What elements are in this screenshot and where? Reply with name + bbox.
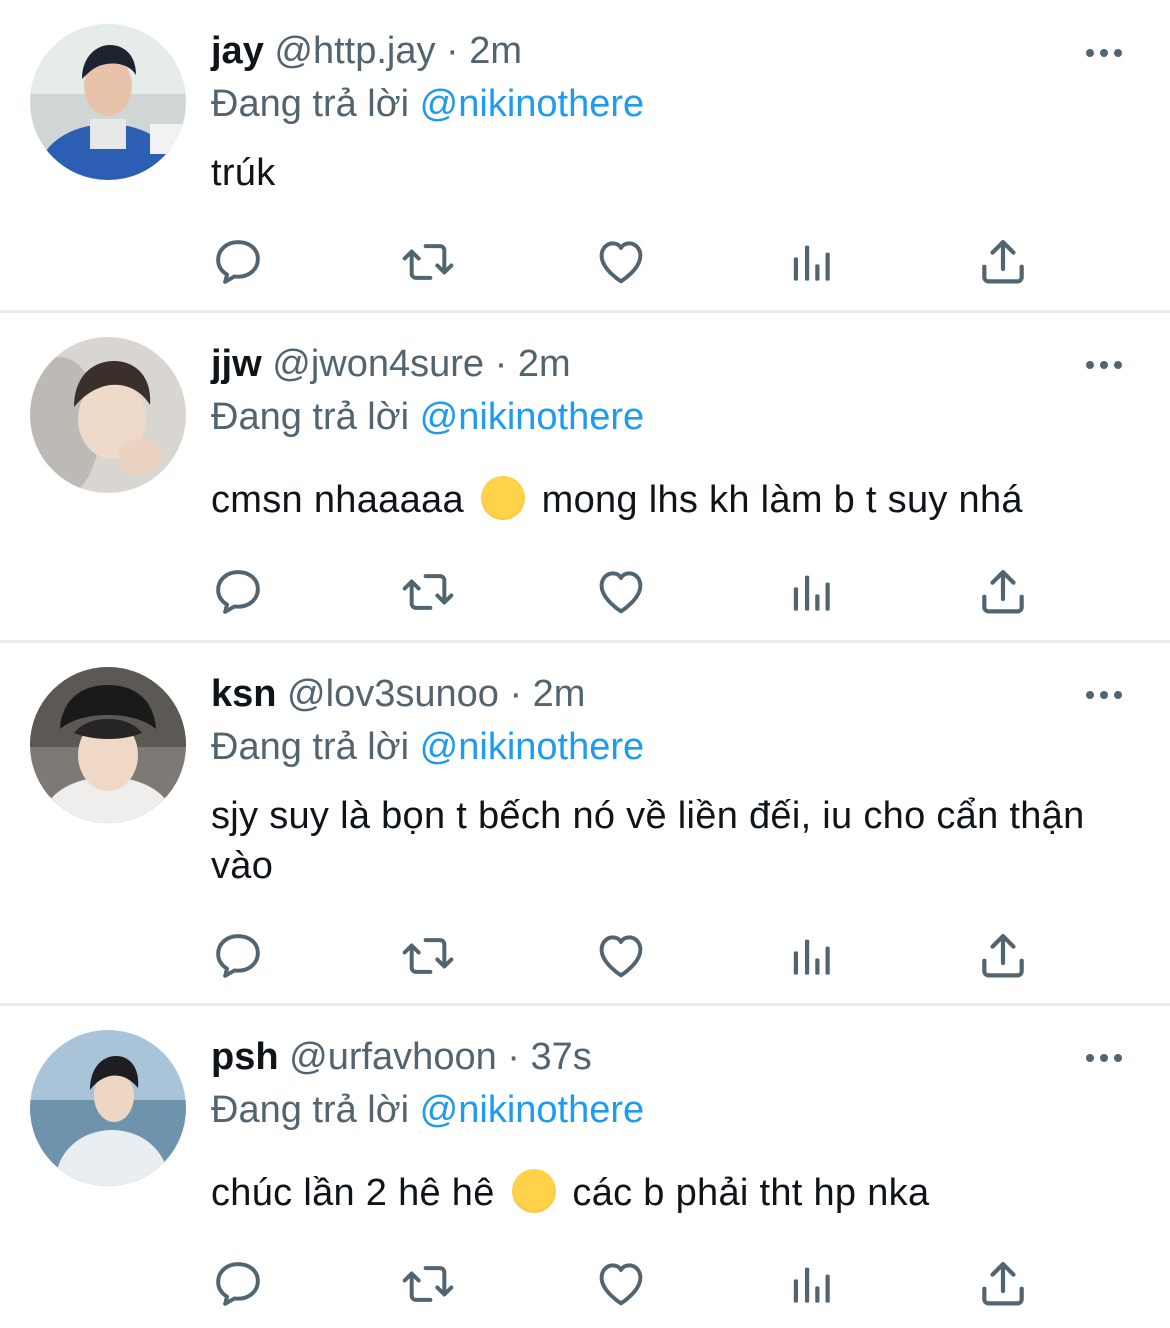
author-name[interactable]: ksn (211, 673, 276, 715)
timestamp[interactable]: 2m (518, 343, 571, 385)
like-icon[interactable] (593, 234, 649, 290)
share-icon[interactable] (975, 928, 1031, 984)
tweet-text-part: chúc lần 2 hê hê (211, 1172, 495, 1214)
reply-mention[interactable]: @nikinothere (420, 396, 644, 438)
tweet-text: cmsn nhaaaaa mong lhs kh làm b t suy nhá (211, 475, 1130, 525)
retweet-icon[interactable] (400, 928, 456, 984)
author-handle[interactable]: @http.jay (274, 30, 435, 72)
star-struck-emoji (511, 1169, 556, 1213)
separator: · (446, 30, 459, 72)
reply-prefix: Đang trả lời (211, 726, 410, 768)
reply-prefix: Đang trả lời (211, 396, 410, 438)
timestamp[interactable]: 2m (469, 30, 522, 72)
like-icon[interactable] (593, 1256, 649, 1312)
tweet-1[interactable]: jay @http.jay · 2m Đang trả lời @nikinot… (0, 0, 1170, 310)
reply-context: Đang trả lời @nikinothere (211, 79, 644, 129)
separator: · (507, 1036, 520, 1078)
timestamp[interactable]: 37s (531, 1036, 592, 1078)
share-icon[interactable] (975, 234, 1031, 290)
author-handle[interactable]: @lov3sunoo (287, 673, 499, 715)
separator: · (494, 343, 508, 385)
author-handle[interactable]: @urfavhoon (289, 1036, 497, 1078)
share-icon[interactable] (975, 1256, 1031, 1312)
more-icon[interactable] (1086, 1051, 1126, 1063)
more-icon[interactable] (1086, 688, 1126, 700)
views-icon[interactable] (784, 1256, 840, 1312)
more-icon[interactable] (1086, 358, 1126, 370)
reply-context: Đang trả lời @nikinothere (211, 722, 644, 772)
tweet-text-part: cmsn nhaaaaa (211, 479, 464, 521)
tweet-2[interactable]: jjw @jwon4sure · 2m Đang trả lời @nikino… (0, 313, 1170, 640)
views-icon[interactable] (784, 928, 840, 984)
tweet-text: sjy suy là bọn t bếch nó về liền đếi, iu… (211, 795, 1085, 887)
timestamp[interactable]: 2m (533, 673, 586, 715)
retweet-icon[interactable] (400, 234, 456, 290)
reply-mention[interactable]: @nikinothere (420, 726, 644, 768)
author-name[interactable]: jjw (211, 343, 262, 385)
reply-icon[interactable] (210, 1256, 266, 1312)
partying-face-emoji (480, 476, 525, 520)
reply-mention[interactable]: @nikinothere (420, 1089, 644, 1131)
avatar[interactable] (30, 1030, 186, 1186)
more-icon[interactable] (1086, 46, 1126, 58)
author-name[interactable]: jay (211, 30, 264, 72)
reply-icon[interactable] (210, 234, 266, 290)
avatar[interactable] (30, 667, 186, 823)
like-icon[interactable] (593, 928, 649, 984)
retweet-icon[interactable] (400, 1256, 456, 1312)
reply-icon[interactable] (210, 928, 266, 984)
retweet-icon[interactable] (400, 564, 456, 620)
author-name[interactable]: psh (211, 1036, 279, 1078)
like-icon[interactable] (593, 564, 649, 620)
share-icon[interactable] (975, 564, 1031, 620)
tweet-text-part: mong lhs kh làm b t suy nhá (541, 479, 1023, 521)
avatar[interactable] (30, 337, 186, 493)
tweet-text: chúc lần 2 hê hê các b phải tht hp nka (211, 1168, 1130, 1218)
reply-context: Đang trả lời @nikinothere (211, 1085, 644, 1135)
reply-context: Đang trả lời @nikinothere (211, 392, 644, 442)
reply-icon[interactable] (210, 564, 266, 620)
reply-prefix: Đang trả lời (211, 1089, 410, 1131)
avatar[interactable] (30, 24, 186, 180)
views-icon[interactable] (784, 564, 840, 620)
views-icon[interactable] (784, 234, 840, 290)
tweet-4[interactable]: psh @urfavhoon · 37s Đang trả lời @nikin… (0, 1006, 1170, 1328)
tweet-text: trúk (211, 152, 276, 194)
reply-prefix: Đang trả lời (211, 83, 410, 125)
separator: · (509, 673, 523, 715)
tweet-text-part: các b phải tht hp nka (572, 1172, 930, 1214)
author-handle[interactable]: @jwon4sure (272, 343, 484, 385)
tweet-3[interactable]: ksn @lov3sunoo · 2m Đang trả lời @nikino… (0, 643, 1170, 1003)
reply-mention[interactable]: @nikinothere (420, 83, 644, 125)
